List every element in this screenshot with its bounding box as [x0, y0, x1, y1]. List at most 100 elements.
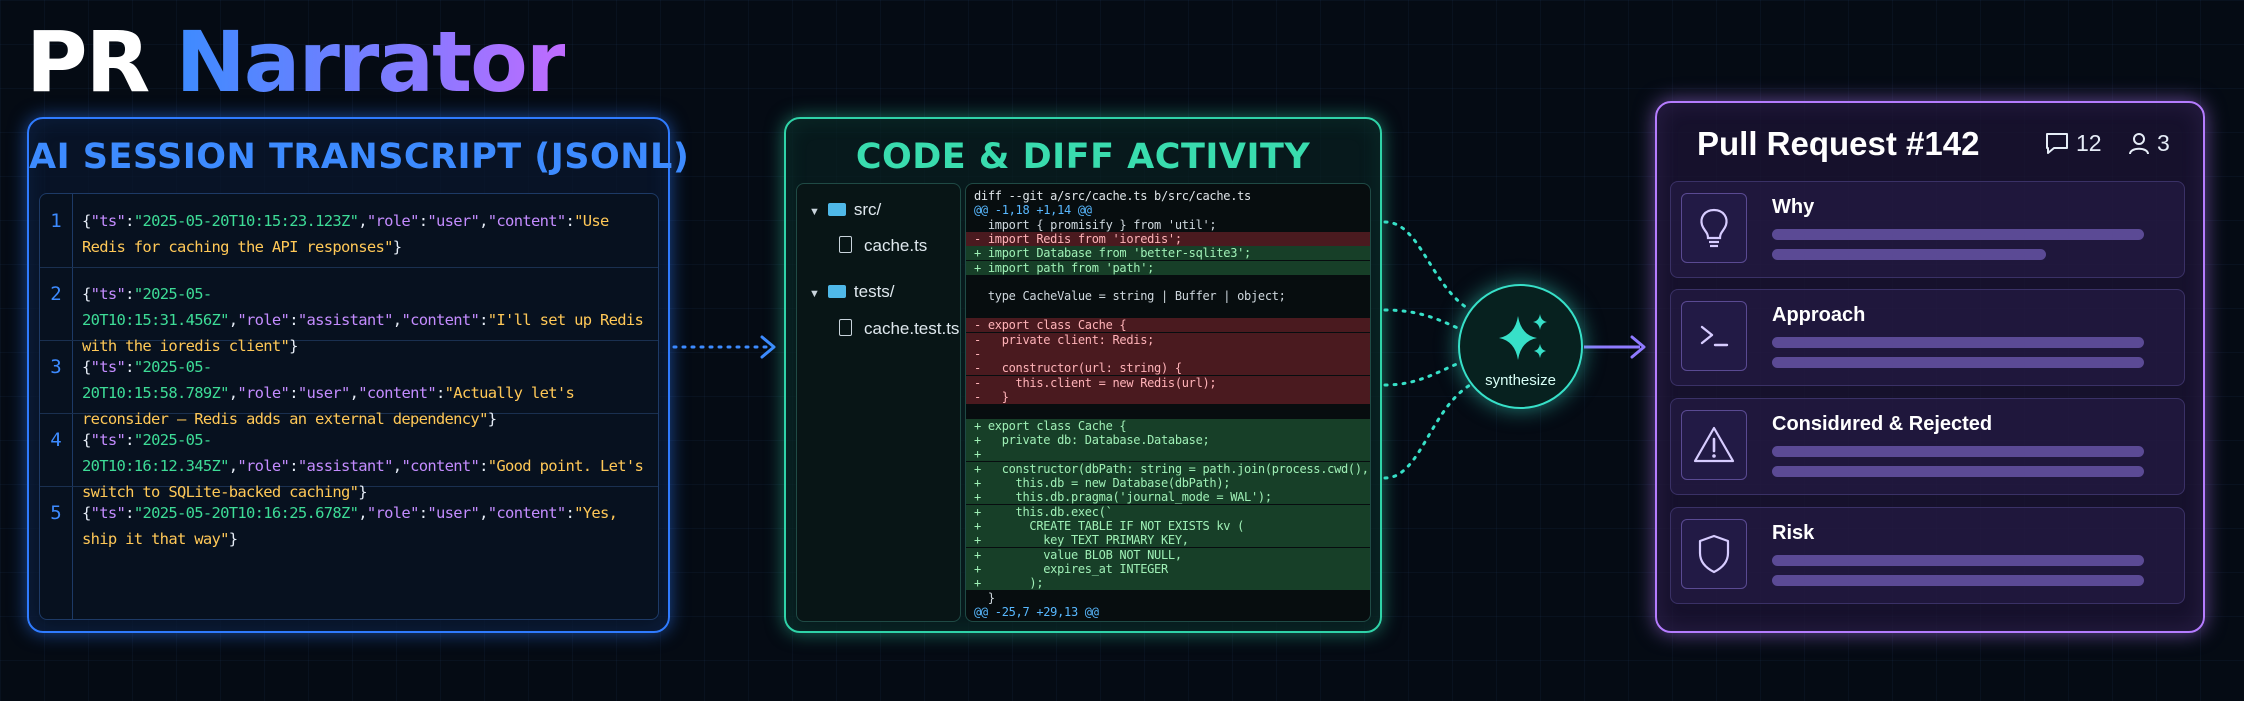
line-number: 4	[50, 429, 62, 451]
diff-line: - export class Cache {	[966, 318, 1370, 333]
comment-count-value: 12	[2076, 130, 2102, 156]
tree-label: tests/	[853, 282, 895, 301]
placeholder-bar	[1772, 357, 2144, 368]
section-why[interactable]: Why	[1670, 181, 2185, 278]
transcript-title: AI SESSION TRANSCRIPT (JSONL)	[29, 137, 690, 177]
diff-line: - constructor(url: string) {	[966, 361, 1370, 376]
warning-icon	[1681, 410, 1747, 480]
diff-line: + constructor(dbPath: string = path.join…	[966, 461, 1370, 476]
section-label: Risk	[1772, 522, 1815, 544]
placeholder-bar	[1772, 446, 2144, 457]
placeholder-bar	[1772, 249, 2046, 260]
flow-line-1	[1383, 220, 1472, 312]
line-number: 1	[50, 210, 62, 232]
transcript-row[interactable]: 4 {"ts":"2025-05-20T10:16:12.345Z","role"…	[40, 413, 658, 501]
diff-line: + this.db.pragma('journal_mode = WAL');	[966, 490, 1370, 505]
line-number: 3	[50, 356, 62, 378]
reviewer-count-value: 3	[2157, 130, 2170, 156]
tree-file-cache-test[interactable]: cache.test.ts	[839, 317, 959, 339]
folder-icon	[827, 203, 846, 216]
diff-line: - private client: Redis;	[966, 332, 1370, 347]
comment-icon	[2046, 133, 2068, 154]
code-title: CODE & DIFF ACTIVITY	[855, 137, 1311, 177]
section-approach[interactable]: Approach	[1670, 289, 2185, 386]
tree-folder-src[interactable]: ▼ src/	[809, 200, 881, 220]
reviewer-count[interactable]: 3	[2127, 130, 2170, 157]
user-icon	[2129, 133, 2149, 155]
diff-line: @@ -25,7 +29,13 @@	[974, 605, 1099, 620]
pr-title: Pull Request #142	[1697, 125, 1980, 162]
diff-line: type CacheValue = string | Buffer | obje…	[974, 289, 1286, 304]
placeholder-bar	[1772, 575, 2144, 586]
file-icon	[839, 319, 852, 336]
section-considered-rejected[interactable]: Considиred & Rejected	[1670, 398, 2185, 495]
transcript-row[interactable]: 1 {"ts":"2025-05-20T10:15:23.123Z","role"…	[40, 194, 658, 268]
pull-request-panel: Pull Request #142 12 3 Why Approach Cons…	[1655, 101, 2205, 633]
placeholder-bar	[1772, 466, 2144, 477]
diff-line: - import Redis from 'ioredis';	[966, 232, 1370, 247]
tree-folder-tests[interactable]: ▼ tests/	[809, 282, 895, 302]
diff-line: + expires_at INTEGER	[966, 562, 1370, 577]
file-tree: ▼ src/ cache.ts ▼ tests/ cache.test.ts	[796, 183, 961, 622]
transcript-row[interactable]: 5 {"ts":"2025-05-20T10:16:25.678Z","role"…	[40, 486, 658, 559]
diff-line: + import path from 'path';	[966, 260, 1370, 275]
role-value: assistant	[306, 457, 385, 475]
diff-line: + CREATE TABLE IF NOT EXISTS kv (	[966, 519, 1370, 534]
line-number: 2	[50, 283, 62, 305]
file-icon	[839, 236, 852, 253]
diff-line: + );	[966, 576, 1370, 591]
diff-line: diff --git a/src/cache.ts b/src/cache.ts	[974, 189, 1251, 203]
diff-view: diff --git a/src/cache.ts b/src/cache.ts…	[965, 183, 1371, 622]
placeholder-bar	[1772, 555, 2144, 566]
section-label: Considиred & Rejected	[1772, 413, 1993, 435]
flow-line-4	[1383, 383, 1472, 480]
diff-line: + key TEXT PRIMARY KEY,	[966, 533, 1370, 548]
flow-line-2	[1383, 308, 1464, 332]
terminal-icon	[1681, 301, 1747, 371]
diff-line: - }	[966, 389, 1370, 404]
placeholder-bar	[1772, 337, 2144, 348]
chevron-down-icon: ▼	[809, 288, 820, 300]
tree-file-cache[interactable]: cache.ts	[839, 234, 927, 256]
tree-label: cache.test.ts	[864, 319, 960, 338]
diff-line: - this.client = new Redis(url);	[966, 375, 1370, 390]
lightbulb-icon	[1681, 193, 1747, 263]
diff-line: + value BLOB NOT NULL,	[966, 547, 1370, 562]
role-value: assistant	[306, 311, 385, 329]
json-line: {"ts":"2025-05-20T10:15:23.123Z","role":…	[82, 212, 609, 256]
section-label: Approach	[1772, 304, 1866, 326]
diff-line: + export class Cache {	[966, 418, 1370, 433]
tree-label: src/	[853, 200, 882, 219]
synthesize-label: synthesize	[1485, 372, 1556, 389]
role-value: user	[435, 504, 471, 522]
diff-line: + this.db = new Database(dbPath);	[966, 476, 1370, 490]
diff-line: -	[966, 346, 1370, 361]
diff-line: import { promisify } from 'util';	[974, 217, 1217, 232]
diff-line: }	[974, 590, 995, 605]
transcript-panel: AI SESSION TRANSCRIPT (JSONL) 1 {"ts":"20…	[27, 117, 690, 633]
transcript-list: 1 {"ts":"2025-05-20T10:15:23.123Z","role"…	[39, 193, 659, 620]
line-number: 5	[50, 502, 62, 524]
diff-line: + private db: Database.Database;	[966, 432, 1370, 447]
role-value: user	[306, 384, 341, 402]
ts-value: 2025-05-20T10:15:23.123Z	[142, 212, 350, 230]
placeholder-bar	[1772, 229, 2144, 240]
ts-value: 2025-05-20T10:16:25.678Z	[142, 504, 350, 522]
synthesize-node: synthesize	[1458, 284, 1583, 409]
role-value: user	[435, 212, 471, 230]
diff-line: @@ -1,18 +1,14 @@	[974, 203, 1092, 218]
json-line: {"ts":"2025-05-20T10:16:25.678Z","role":…	[82, 504, 618, 548]
diff-line: + import Database from 'better-sqlite3';	[966, 246, 1370, 261]
section-risk[interactable]: Risk	[1670, 507, 2185, 604]
tree-label: cache.ts	[864, 236, 928, 255]
folder-icon	[827, 285, 846, 298]
flow-line-3	[1383, 360, 1464, 387]
transcript-row[interactable]: 2 {"ts":"2025-05-20T10:15:31.456Z","role"…	[40, 267, 658, 355]
chevron-down-icon: ▼	[809, 206, 820, 218]
diff-line: +	[966, 447, 1370, 462]
shield-icon	[1681, 519, 1747, 589]
code-panel: CODE & DIFF ACTIVITY ▼ src/ cache.ts ▼ tes…	[784, 117, 1382, 633]
comment-count[interactable]: 12	[2044, 130, 2102, 157]
transcript-row[interactable]: 3 {"ts":"2025-05-20T10:15:58.789Z","role"…	[40, 340, 658, 428]
diff-line: + this.db.exec(`	[966, 504, 1370, 519]
